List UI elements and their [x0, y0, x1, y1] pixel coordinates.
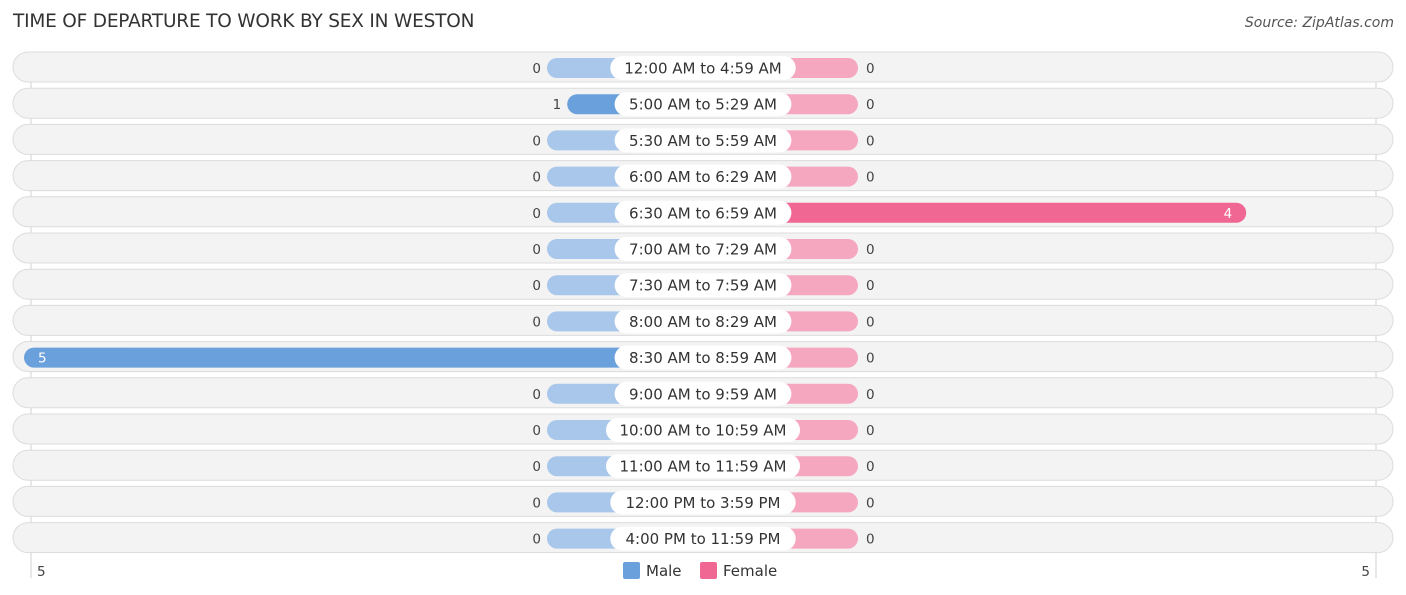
value-label-female: 0: [866, 61, 875, 77]
value-label-female: 0: [866, 278, 875, 294]
bar-male: [24, 347, 703, 368]
value-label-female: 0: [866, 459, 875, 475]
value-label-male: 1: [553, 97, 562, 113]
chart-row: 0 0 9:00 AM to 9:59 AM: [12, 377, 1394, 409]
value-label-male: 0: [532, 532, 541, 548]
value-label-female: 0: [866, 351, 875, 367]
value-label-male: 0: [532, 61, 541, 77]
value-label-female: 0: [866, 314, 875, 330]
value-label-female: 0: [866, 495, 875, 511]
chart: 0 0 12:00 AM to 4:59 AM 1 0 5:00 AM to 5:29 A…: [12, 51, 1394, 580]
chart-row: 0 0 7:00 AM to 7:29 AM: [12, 232, 1394, 264]
value-label-female: 0: [866, 532, 875, 548]
chart-row: 0 4 6:30 AM to 6:59 AM: [12, 196, 1394, 228]
chart-row: 0 0 4:00 PM to 11:59 PM: [12, 522, 1394, 554]
category-label: 12:00 PM to 3:59 PM: [625, 494, 780, 512]
chart-row: 0 0 10:00 AM to 10:59 AM: [12, 413, 1394, 445]
category-label: 8:30 AM to 8:59 AM: [629, 349, 777, 367]
value-label-female: 0: [866, 97, 875, 113]
chart-row: 0 0 12:00 AM to 4:59 AM: [12, 51, 1394, 83]
legend-label-male: Male: [646, 562, 682, 580]
value-label-male: 0: [532, 314, 541, 330]
value-label-male: 0: [532, 170, 541, 186]
chart-row: 0 0 5:30 AM to 5:59 AM: [12, 123, 1394, 155]
legend-swatch-female: [700, 562, 717, 579]
value-label-female: 0: [866, 242, 875, 258]
chart-row: 1 0 5:00 AM to 5:29 AM: [12, 87, 1394, 119]
category-label: 4:00 PM to 11:59 PM: [625, 530, 780, 548]
legend-swatch-male: [623, 562, 640, 579]
legend-label-female: Female: [723, 562, 777, 580]
chart-row: 0 0 6:00 AM to 6:29 AM: [12, 160, 1394, 192]
value-label-female: 4: [1224, 206, 1233, 222]
value-label-male: 0: [532, 242, 541, 258]
category-label: 12:00 AM to 4:59 AM: [624, 60, 781, 78]
value-label-female: 0: [866, 170, 875, 186]
axis-tick-left: 5: [37, 564, 46, 580]
chart-row: 0 0 12:00 PM to 3:59 PM: [12, 485, 1394, 517]
category-label: 11:00 AM to 11:59 AM: [620, 458, 787, 476]
category-label: 7:30 AM to 7:59 AM: [629, 277, 777, 295]
value-label-female: 0: [866, 133, 875, 149]
value-label-male: 5: [38, 351, 47, 367]
value-label-female: 0: [866, 387, 875, 403]
value-label-male: 0: [532, 459, 541, 475]
value-label-male: 0: [532, 495, 541, 511]
category-label: 5:30 AM to 5:59 AM: [629, 132, 777, 150]
value-label-male: 0: [532, 423, 541, 439]
category-label: 10:00 AM to 10:59 AM: [620, 422, 787, 440]
value-label-male: 0: [532, 278, 541, 294]
axis-tick-right: 5: [1361, 564, 1370, 580]
chart-row: 0 0 7:30 AM to 7:59 AM: [12, 268, 1394, 300]
chart-row: 0 0 11:00 AM to 11:59 AM: [12, 449, 1394, 481]
category-label: 6:00 AM to 6:29 AM: [629, 168, 777, 186]
legend: Male Female: [623, 562, 777, 580]
chart-row: 5 0 8:30 AM to 8:59 AM: [12, 341, 1394, 373]
value-label-female: 0: [866, 423, 875, 439]
value-label-male: 0: [532, 133, 541, 149]
value-label-male: 0: [532, 387, 541, 403]
value-label-male: 0: [532, 206, 541, 222]
category-label: 6:30 AM to 6:59 AM: [629, 204, 777, 222]
chart-row: 0 0 8:00 AM to 8:29 AM: [12, 304, 1394, 336]
category-label: 7:00 AM to 7:29 AM: [629, 241, 777, 259]
category-label: 9:00 AM to 9:59 AM: [629, 385, 777, 403]
category-label: 8:00 AM to 8:29 AM: [629, 313, 777, 331]
category-label: 5:00 AM to 5:29 AM: [629, 96, 777, 114]
